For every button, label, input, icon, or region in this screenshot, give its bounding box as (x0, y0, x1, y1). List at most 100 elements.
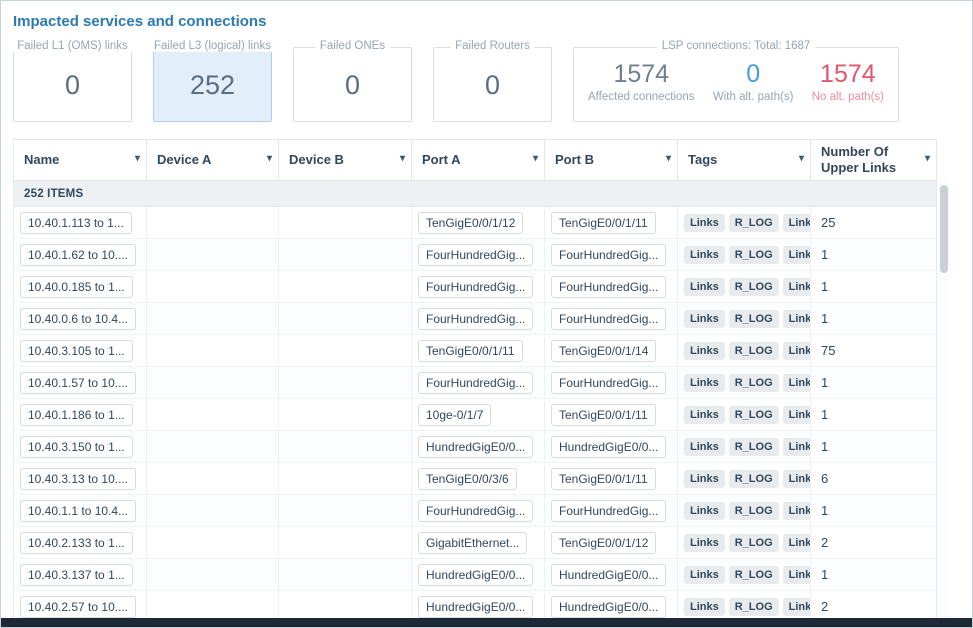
column-filter-caret-icon[interactable]: ▾ (666, 153, 671, 166)
tag-badge[interactable]: Links (684, 470, 725, 488)
name-chip[interactable]: 10.40.1.186 to 1... (20, 404, 133, 426)
stat-box-failed-l1-oms-links[interactable]: Failed L1 (OMS) links 0 (13, 47, 132, 122)
port-b-chip[interactable]: TenGigE0/0/1/11 (551, 468, 656, 490)
column-filter-caret-icon[interactable]: ▾ (925, 153, 930, 166)
tag-badge[interactable]: R_LOG (729, 502, 779, 520)
lsp-connections-box[interactable]: LSP connections: Total: 1687 1574 Affect… (573, 47, 899, 122)
table-row[interactable]: 10.40.0.185 to 1... FourHundredGig... Fo… (14, 271, 937, 303)
port-b-chip[interactable]: TenGigE0/0/1/11 (551, 404, 656, 426)
table-row[interactable]: 10.40.3.13 to 10.... TenGigE0/0/3/6 TenG… (14, 463, 937, 495)
tag-badge[interactable]: R_LOG (729, 214, 779, 232)
tag-badge[interactable]: Link (783, 278, 811, 296)
table-row[interactable]: 10.40.3.137 to 1... HundredGigE0/0... Hu… (14, 559, 937, 591)
tag-badge[interactable]: Link (783, 310, 811, 328)
port-a-chip[interactable]: FourHundredGig... (418, 372, 533, 394)
tag-badge[interactable]: R_LOG (729, 278, 779, 296)
tag-badge[interactable]: Link (783, 214, 811, 232)
tag-badge[interactable]: Links (684, 278, 725, 296)
tag-badge[interactable]: R_LOG (729, 566, 779, 584)
port-a-chip[interactable]: GigabitEthernet... (418, 532, 527, 554)
name-chip[interactable]: 10.40.1.1 to 10.4... (20, 500, 136, 522)
stat-box-failed-ones[interactable]: Failed ONEs 0 (293, 47, 412, 122)
scrollbar-thumb[interactable] (940, 185, 948, 273)
port-a-chip[interactable]: HundredGigE0/0... (418, 596, 533, 618)
name-chip[interactable]: 10.40.0.6 to 10.4... (20, 308, 136, 330)
tag-badge[interactable]: Links (684, 310, 725, 328)
table-row[interactable]: 10.40.3.150 to 1... HundredGigE0/0... Hu… (14, 431, 937, 463)
port-a-chip[interactable]: TenGigE0/0/1/12 (418, 212, 523, 234)
port-a-chip[interactable]: HundredGigE0/0... (418, 436, 533, 458)
tag-badge[interactable]: Link (783, 406, 811, 424)
tag-badge[interactable]: Links (684, 534, 725, 552)
table-row[interactable]: 10.40.1.62 to 10.... FourHundredGig... F… (14, 239, 937, 271)
tag-badge[interactable]: Link (783, 374, 811, 392)
tag-badge[interactable]: Links (684, 406, 725, 424)
port-a-chip[interactable]: TenGigE0/0/1/11 (418, 340, 523, 362)
port-b-chip[interactable]: FourHundredGig... (551, 372, 666, 394)
column-header-device-a[interactable]: Device A ▾ (147, 140, 279, 180)
port-b-chip[interactable]: FourHundredGig... (551, 276, 666, 298)
tag-badge[interactable]: R_LOG (729, 246, 779, 264)
tag-badge[interactable]: Links (684, 246, 725, 264)
column-header-name[interactable]: Name ▾ (14, 140, 147, 180)
name-chip[interactable]: 10.40.3.13 to 10.... (20, 468, 136, 490)
column-filter-caret-icon[interactable]: ▾ (267, 153, 272, 166)
tag-badge[interactable]: Link (783, 566, 811, 584)
tag-badge[interactable]: Link (783, 246, 811, 264)
port-a-chip[interactable]: FourHundredGig... (418, 500, 533, 522)
table-row[interactable]: 10.40.1.1 to 10.4... FourHundredGig... F… (14, 495, 937, 527)
name-chip[interactable]: 10.40.0.185 to 1... (20, 276, 133, 298)
table-row[interactable]: 10.40.1.57 to 10.... FourHundredGig... F… (14, 367, 937, 399)
name-chip[interactable]: 10.40.1.62 to 10.... (20, 244, 136, 266)
name-chip[interactable]: 10.40.2.57 to 10.... (20, 596, 136, 618)
tag-badge[interactable]: R_LOG (729, 598, 779, 616)
tag-badge[interactable]: Links (684, 214, 725, 232)
port-b-chip[interactable]: TenGigE0/0/1/12 (551, 532, 656, 554)
column-filter-caret-icon[interactable]: ▾ (533, 153, 538, 166)
table-row[interactable]: 10.40.1.113 to 1... TenGigE0/0/1/12 TenG… (14, 207, 937, 239)
port-a-chip[interactable]: 10ge-0/1/7 (418, 404, 491, 426)
name-chip[interactable]: 10.40.3.137 to 1... (20, 564, 133, 586)
name-chip[interactable]: 10.40.3.105 to 1... (20, 340, 133, 362)
tag-badge[interactable]: Links (684, 566, 725, 584)
tag-badge[interactable]: Links (684, 598, 725, 616)
port-b-chip[interactable]: HundredGigE0/0... (551, 564, 666, 586)
name-chip[interactable]: 10.40.2.133 to 1... (20, 532, 133, 554)
port-b-chip[interactable]: TenGigE0/0/1/11 (551, 212, 656, 234)
tag-badge[interactable]: Link (783, 534, 811, 552)
tag-badge[interactable]: R_LOG (729, 310, 779, 328)
name-chip[interactable]: 10.40.3.150 to 1... (20, 436, 133, 458)
tag-badge[interactable]: R_LOG (729, 534, 779, 552)
port-a-chip[interactable]: TenGigE0/0/3/6 (418, 468, 517, 490)
tag-badge[interactable]: R_LOG (729, 374, 779, 392)
stat-box-failed-routers[interactable]: Failed Routers 0 (433, 47, 552, 122)
column-filter-caret-icon[interactable]: ▾ (400, 153, 405, 166)
tag-badge[interactable]: R_LOG (729, 406, 779, 424)
tag-badge[interactable]: Link (783, 438, 811, 456)
port-b-chip[interactable]: FourHundredGig... (551, 308, 666, 330)
port-b-chip[interactable]: HundredGigE0/0... (551, 596, 666, 618)
port-b-chip[interactable]: FourHundredGig... (551, 500, 666, 522)
column-filter-caret-icon[interactable]: ▾ (135, 153, 140, 166)
name-chip[interactable]: 10.40.1.57 to 10.... (20, 372, 136, 394)
tag-badge[interactable]: Link (783, 470, 811, 488)
table-row[interactable]: 10.40.2.133 to 1... GigabitEthernet... T… (14, 527, 937, 559)
port-a-chip[interactable]: FourHundredGig... (418, 308, 533, 330)
column-header-tags[interactable]: Tags ▾ (678, 140, 811, 180)
column-header-port-b[interactable]: Port B ▾ (545, 140, 678, 180)
column-header-device-b[interactable]: Device B ▾ (279, 140, 412, 180)
port-b-chip[interactable]: TenGigE0/0/1/14 (551, 340, 656, 362)
stat-box-failed-l3-logical-links[interactable]: Failed L3 (logical) links 252 (153, 47, 272, 122)
tag-badge[interactable]: R_LOG (729, 470, 779, 488)
name-chip[interactable]: 10.40.1.113 to 1... (20, 212, 132, 234)
tag-badge[interactable]: Links (684, 502, 725, 520)
port-b-chip[interactable]: HundredGigE0/0... (551, 436, 666, 458)
column-header-port-a[interactable]: Port A ▾ (412, 140, 545, 180)
table-row[interactable]: 10.40.3.105 to 1... TenGigE0/0/1/11 TenG… (14, 335, 937, 367)
tag-badge[interactable]: Link (783, 342, 811, 360)
vertical-scrollbar[interactable]: ▼ (936, 181, 950, 628)
tag-badge[interactable]: Link (783, 598, 811, 616)
port-a-chip[interactable]: HundredGigE0/0... (418, 564, 533, 586)
port-a-chip[interactable]: FourHundredGig... (418, 276, 533, 298)
table-row[interactable]: 10.40.0.6 to 10.4... FourHundredGig... F… (14, 303, 937, 335)
